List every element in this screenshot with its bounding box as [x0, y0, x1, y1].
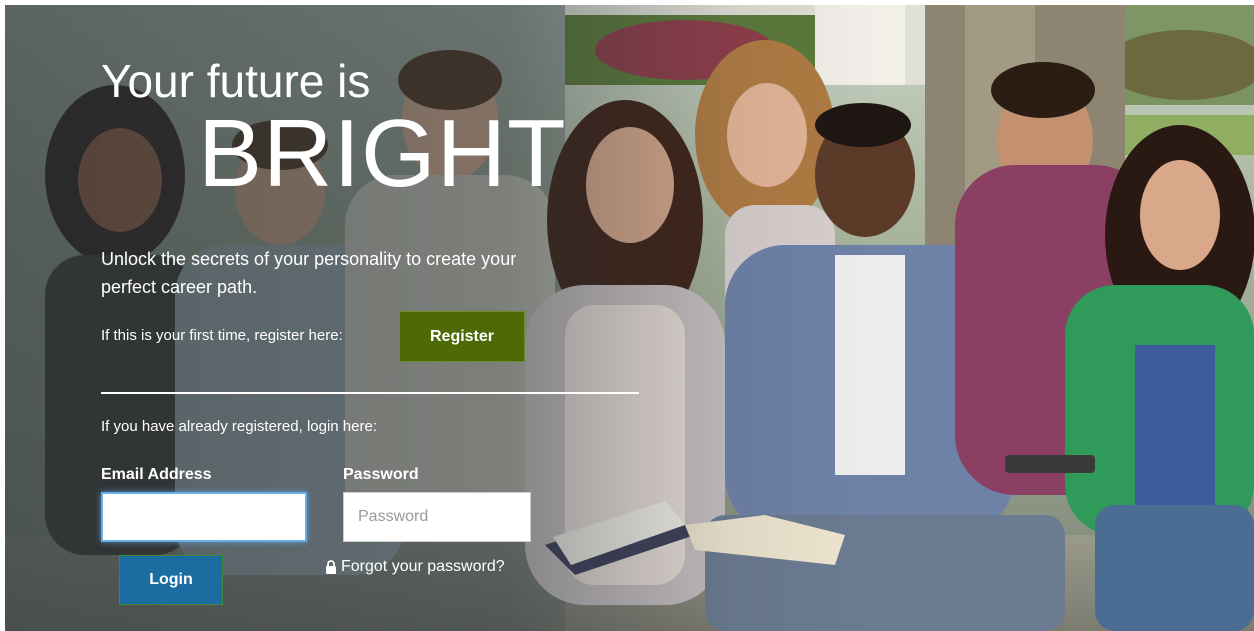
section-divider — [101, 392, 639, 394]
heading-line-2: BRIGHT — [198, 100, 567, 207]
password-field[interactable] — [343, 492, 531, 542]
login-prompt: If you have already registered, login he… — [101, 418, 377, 435]
tagline: Unlock the secrets of your personality t… — [101, 249, 517, 297]
password-label: Password — [343, 466, 419, 483]
login-button[interactable]: Login — [119, 555, 223, 605]
register-prompt: If this is your first time, register her… — [101, 327, 343, 344]
forgot-password-link[interactable]: Forgot your password? — [325, 558, 505, 576]
forgot-password-label: Forgot your password? — [341, 558, 505, 575]
lock-icon — [326, 560, 336, 574]
email-field[interactable] — [101, 492, 307, 542]
register-button[interactable]: Register — [399, 311, 525, 362]
heading-line-1: Your future is — [101, 55, 371, 107]
email-label: Email Address — [101, 466, 212, 483]
